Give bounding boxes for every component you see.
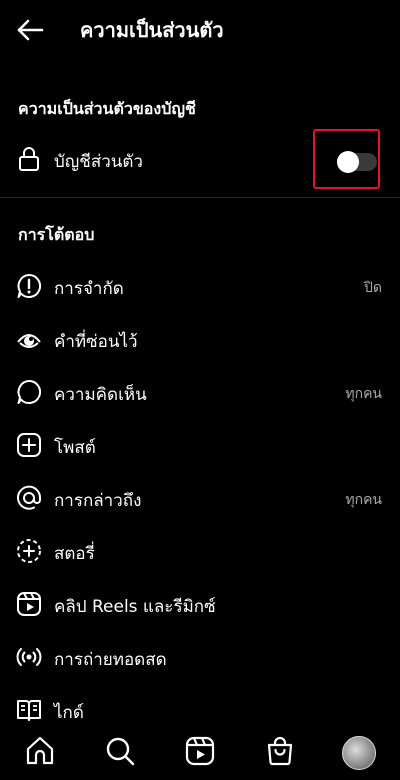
reels-icon[interactable] [184, 735, 216, 767]
bottom-navigation [0, 725, 400, 780]
restrict-icon [16, 273, 42, 299]
mentions-label: การกล่าวถึง [54, 491, 142, 511]
hidden-words-row[interactable]: คำที่ซ่อนไว้ [0, 316, 400, 364]
reels-row[interactable]: คลิป Reels และรีมิกซ์ [0, 581, 400, 629]
account-privacy-section-title: ความเป็นส่วนตัวของบัญชี [18, 99, 196, 118]
shop-icon[interactable] [264, 735, 296, 767]
home-icon[interactable] [24, 735, 56, 767]
restrict-value: ปิด [364, 280, 382, 296]
top-bar: ความเป็นส่วนตัว [0, 0, 400, 60]
profile-avatar[interactable] [342, 736, 376, 770]
hidden-words-icon [16, 326, 42, 352]
story-label: สตอรี่ [54, 544, 95, 564]
live-label: การถ่ายทอดสด [54, 650, 167, 670]
restrict-label: การจำกัด [54, 279, 124, 299]
arrow-left-icon[interactable] [16, 16, 44, 44]
story-row[interactable]: สตอรี่ [0, 528, 400, 576]
comments-row[interactable]: ความคิดเห็น ทุกคน [0, 369, 400, 417]
mention-icon [16, 485, 42, 511]
page-title: ความเป็นส่วนตัว [80, 18, 224, 42]
lock-icon [16, 146, 42, 172]
mentions-row[interactable]: การกล่าวถึง ทุกคน [0, 475, 400, 523]
live-row[interactable]: การถ่ายทอดสด [0, 634, 400, 682]
comments-value: ทุกคน [345, 386, 382, 402]
story-icon [16, 538, 42, 564]
interactions-section-title: การโต้ตอบ [18, 225, 95, 244]
mentions-value: ทุกคน [345, 492, 382, 508]
reels-label: คลิป Reels และรีมิกซ์ [54, 597, 216, 617]
toggle-highlight [313, 129, 380, 189]
posts-label: โพสต์ [54, 438, 96, 458]
private-account-label: บัญชีส่วนตัว [54, 152, 143, 172]
add-post-icon [16, 432, 42, 458]
comments-label: ความคิดเห็น [54, 385, 147, 405]
private-account-toggle[interactable] [337, 151, 377, 173]
guide-icon [16, 697, 42, 723]
reels-icon [16, 591, 42, 617]
hidden-words-label: คำที่ซ่อนไว้ [54, 332, 138, 352]
restrict-row[interactable]: การจำกัด ปิด [0, 263, 400, 311]
toggle-knob [337, 151, 359, 173]
guides-label: ไกด์ [54, 703, 84, 723]
comment-icon [16, 379, 42, 405]
section-divider [0, 197, 400, 198]
search-icon[interactable] [104, 735, 136, 767]
live-icon [16, 644, 42, 670]
posts-row[interactable]: โพสต์ [0, 422, 400, 470]
